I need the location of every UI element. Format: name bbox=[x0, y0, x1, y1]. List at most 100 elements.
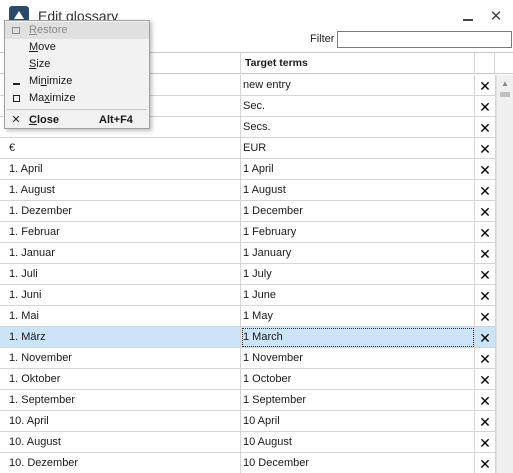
target-term-cell[interactable]: EUR bbox=[241, 138, 475, 159]
delete-entry-button[interactable]: ✕ bbox=[475, 411, 496, 432]
delete-entry-button[interactable]: ✕ bbox=[475, 264, 496, 285]
delete-icon: ✕ bbox=[479, 245, 491, 262]
source-term-cell[interactable]: 10. April bbox=[0, 411, 241, 432]
delete-icon: ✕ bbox=[479, 224, 491, 241]
source-term-cell[interactable]: 1. Dezember bbox=[0, 201, 241, 222]
delete-entry-button[interactable]: ✕ bbox=[475, 369, 496, 390]
filter-input[interactable] bbox=[337, 31, 512, 48]
target-term-cell[interactable]: 1 July bbox=[241, 264, 475, 285]
table-row[interactable]: 1. Dezember 1 December ✕ bbox=[0, 201, 496, 222]
source-term-cell[interactable]: 1. Juli bbox=[0, 264, 241, 285]
table-row[interactable]: € EUR ✕ bbox=[0, 138, 496, 159]
system-menu: Restore Move Size Minimize Maximize ✕ Close Alt… bbox=[4, 20, 150, 129]
target-term-cell[interactable]: Sec. bbox=[241, 96, 475, 117]
source-term-cell[interactable]: 1. Juni bbox=[0, 285, 241, 306]
table-row[interactable]: 1. Januar 1 January ✕ bbox=[0, 243, 496, 264]
delete-entry-button[interactable]: ✕ bbox=[475, 96, 496, 117]
table-row[interactable]: 1. März 1 March ✕ bbox=[0, 327, 496, 348]
table-row[interactable]: 10. Dezember 10 December ✕ bbox=[0, 453, 496, 473]
delete-icon: ✕ bbox=[479, 182, 491, 199]
target-term-cell[interactable]: 1 August bbox=[241, 180, 475, 201]
target-term-cell[interactable]: 1 December bbox=[241, 201, 475, 222]
delete-entry-button[interactable]: ✕ bbox=[475, 75, 496, 96]
menu-item-maximize[interactable]: Maximize bbox=[5, 90, 149, 107]
table-row[interactable]: 1. August 1 August ✕ bbox=[0, 180, 496, 201]
source-term-cell[interactable]: 1. August bbox=[0, 180, 241, 201]
source-term-cell[interactable]: 1. September bbox=[0, 390, 241, 411]
target-term-cell[interactable]: 10 April bbox=[241, 411, 475, 432]
delete-entry-button[interactable]: ✕ bbox=[475, 348, 496, 369]
target-term-cell[interactable]: 1 May bbox=[241, 306, 475, 327]
target-term-cell[interactable]: 1 October bbox=[241, 369, 475, 390]
table-row[interactable]: 1. Februar 1 February ✕ bbox=[0, 222, 496, 243]
delete-icon: ✕ bbox=[479, 350, 491, 367]
table-row[interactable]: 1. Juni 1 June ✕ bbox=[0, 285, 496, 306]
delete-entry-button[interactable]: ✕ bbox=[475, 180, 496, 201]
table-row[interactable]: 10. August 10 August ✕ bbox=[0, 432, 496, 453]
source-term-cell[interactable]: 1. Mai bbox=[0, 306, 241, 327]
close-button[interactable]: ✕ bbox=[486, 6, 506, 26]
menu-item-minimize[interactable]: Minimize bbox=[5, 73, 149, 90]
source-term-cell[interactable]: 10. Dezember bbox=[0, 453, 241, 473]
close-icon: ✕ bbox=[11, 114, 21, 126]
menu-item-move[interactable]: Move bbox=[5, 39, 149, 56]
scroll-thumb[interactable] bbox=[500, 92, 510, 97]
source-term-cell[interactable]: 1. Februar bbox=[0, 222, 241, 243]
grid-rows: new entry ✕ Sec. ✕ Secs. ✕ € EUR ✕ 1. April 1 Apri… bbox=[0, 75, 496, 473]
delete-entry-button[interactable]: ✕ bbox=[475, 453, 496, 473]
table-row[interactable]: 1. September 1 September ✕ bbox=[0, 390, 496, 411]
source-term-cell[interactable]: 1. Januar bbox=[0, 243, 241, 264]
delete-entry-button[interactable]: ✕ bbox=[475, 243, 496, 264]
delete-entry-button[interactable]: ✕ bbox=[475, 327, 496, 348]
target-term-cell[interactable]: 1 April bbox=[241, 159, 475, 180]
source-term-cell[interactable]: 10. August bbox=[0, 432, 241, 453]
delete-entry-button[interactable]: ✕ bbox=[475, 390, 496, 411]
minimize-button[interactable] bbox=[458, 6, 478, 26]
delete-entry-button[interactable]: ✕ bbox=[475, 159, 496, 180]
source-term-cell[interactable]: € bbox=[0, 138, 241, 159]
header-target-terms[interactable]: Target terms bbox=[241, 53, 475, 74]
target-term-cell[interactable]: new entry bbox=[241, 75, 475, 96]
menu-item-label: Restore bbox=[29, 24, 68, 36]
target-term-cell[interactable]: 10 August bbox=[241, 432, 475, 453]
source-term-cell[interactable]: 1. Oktober bbox=[0, 369, 241, 390]
delete-icon: ✕ bbox=[479, 161, 491, 178]
table-row[interactable]: 1. Juli 1 July ✕ bbox=[0, 264, 496, 285]
delete-entry-button[interactable]: ✕ bbox=[475, 285, 496, 306]
close-icon: ✕ bbox=[489, 8, 503, 25]
target-term-cell[interactable]: 1 March bbox=[241, 327, 475, 348]
delete-entry-button[interactable]: ✕ bbox=[475, 222, 496, 243]
source-term-cell[interactable]: 1. April bbox=[0, 159, 241, 180]
table-row[interactable]: 1. Oktober 1 October ✕ bbox=[0, 369, 496, 390]
target-term-cell[interactable]: 1 January bbox=[241, 243, 475, 264]
table-row[interactable]: 1. Mai 1 May ✕ bbox=[0, 306, 496, 327]
menu-item-restore[interactable]: Restore bbox=[5, 22, 149, 39]
target-term-cell[interactable]: 1 June bbox=[241, 285, 475, 306]
target-term-cell[interactable]: 1 September bbox=[241, 390, 475, 411]
delete-entry-button[interactable]: ✕ bbox=[475, 306, 496, 327]
delete-icon: ✕ bbox=[479, 140, 491, 157]
target-term-cell[interactable]: Secs. bbox=[241, 117, 475, 138]
vertical-scrollbar[interactable]: ▲ bbox=[496, 75, 513, 473]
table-row[interactable]: 1. November 1 November ✕ bbox=[0, 348, 496, 369]
menu-item-close[interactable]: ✕ Close Alt+F4 bbox=[5, 112, 149, 129]
target-term-cell[interactable]: 10 December bbox=[241, 453, 475, 473]
delete-entry-button[interactable]: ✕ bbox=[475, 201, 496, 222]
menu-separator bbox=[7, 109, 147, 110]
delete-entry-button[interactable]: ✕ bbox=[475, 117, 496, 138]
size-icon bbox=[10, 56, 22, 73]
menu-item-label: Size bbox=[29, 58, 51, 70]
delete-icon: ✕ bbox=[479, 119, 491, 136]
delete-entry-button[interactable]: ✕ bbox=[475, 432, 496, 453]
target-term-cell[interactable]: 1 February bbox=[241, 222, 475, 243]
table-row[interactable]: 10. April 10 April ✕ bbox=[0, 411, 496, 432]
table-row[interactable]: 1. April 1 April ✕ bbox=[0, 159, 496, 180]
target-term-cell[interactable]: 1 November bbox=[241, 348, 475, 369]
scroll-up-icon[interactable]: ▲ bbox=[497, 75, 513, 91]
delete-icon: ✕ bbox=[479, 371, 491, 388]
source-term-cell[interactable]: 1. November bbox=[0, 348, 241, 369]
restore-icon bbox=[10, 22, 22, 39]
delete-entry-button[interactable]: ✕ bbox=[475, 138, 496, 159]
menu-item-size[interactable]: Size bbox=[5, 56, 149, 73]
source-term-cell[interactable]: 1. März bbox=[0, 327, 241, 348]
